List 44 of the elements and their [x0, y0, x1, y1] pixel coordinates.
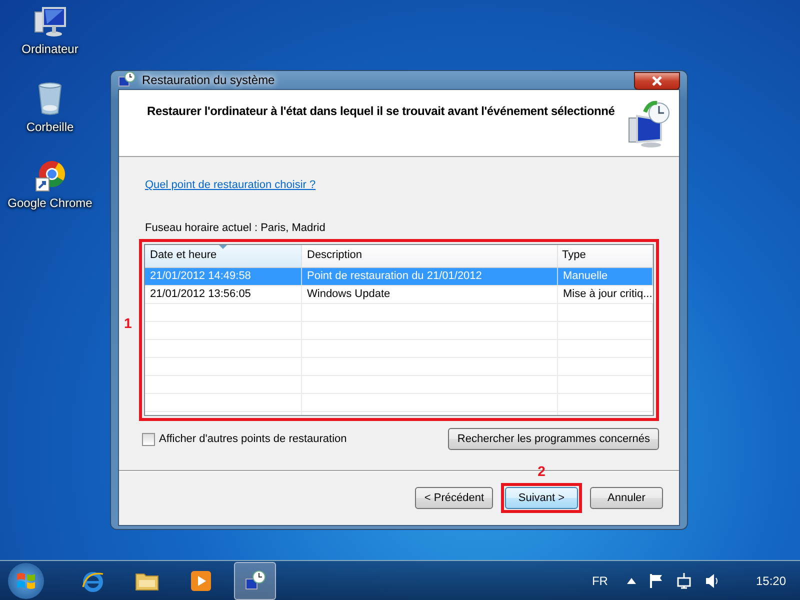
scan-programs-button[interactable]: Rechercher les programmes concernés [448, 428, 659, 450]
checkbox-label[interactable]: Afficher d'autres points de restauration [159, 433, 347, 445]
close-icon [652, 76, 662, 86]
windows-logo-icon [16, 570, 36, 590]
system-restore-icon [627, 100, 671, 148]
wizard-button[interactable]: < Précédent [415, 487, 493, 509]
wizard-button[interactable]: Annuler [590, 487, 663, 509]
column-header[interactable]: Date et heure [145, 245, 302, 267]
clock[interactable]: 15:20 [756, 574, 786, 588]
checkbox[interactable] [142, 432, 155, 446]
network-icon[interactable] [676, 572, 692, 588]
table-cell: Point de restauration du 21/01/2012 [302, 268, 558, 285]
flag-icon[interactable] [648, 572, 663, 588]
taskbar-button[interactable] [234, 562, 276, 600]
play-icon [190, 570, 212, 592]
table-row[interactable]: 21/01/2012 13:56:05 Windows Update Mise à jour critiq... [145, 286, 653, 304]
system-restore-icon [118, 71, 136, 89]
browser-shortcut-icon[interactable] [34, 160, 66, 192]
page-heading: Restaurer l'ordinateur à l'état dans lequel il se trouvait avant l'événement sélectionné [147, 104, 615, 118]
caret-up-icon[interactable] [626, 578, 636, 584]
desktop-icon-label[interactable]: Corbeille [26, 120, 74, 134]
close-button[interactable] [634, 72, 680, 90]
table-cell: Mise à jour critiq... [558, 286, 653, 303]
speaker-icon[interactable] [704, 572, 719, 588]
start-button[interactable] [8, 562, 44, 598]
annotation-number: 1 [124, 315, 132, 331]
table-cell: 21/01/2012 13:56:05 [145, 286, 302, 303]
table-cell: 21/01/2012 14:49:58 [145, 268, 302, 285]
trash-bin-icon[interactable] [36, 82, 63, 116]
desktop-icon-label[interactable]: Ordinateur [22, 42, 78, 56]
column-header[interactable]: Description [302, 245, 558, 267]
timezone-label: Fuseau horaire actuel : Paris, Madrid [145, 222, 326, 234]
wizard-button[interactable]: Suivant > [505, 487, 578, 509]
desktop-icon-label[interactable]: Google Chrome [8, 196, 92, 210]
window-title: Restauration du système [142, 73, 275, 87]
column-header[interactable]: Type [558, 245, 653, 267]
table-cell: Manuelle [558, 268, 653, 285]
table-cell: Windows Update [302, 286, 558, 303]
system-restore-icon [243, 568, 267, 592]
sort-icon [219, 245, 227, 249]
annotation-number: 2 [538, 463, 546, 479]
help-link[interactable]: Quel point de restauration choisir ? [145, 179, 316, 191]
language-indicator[interactable]: FR [592, 574, 608, 588]
computer-icon[interactable] [32, 6, 67, 38]
